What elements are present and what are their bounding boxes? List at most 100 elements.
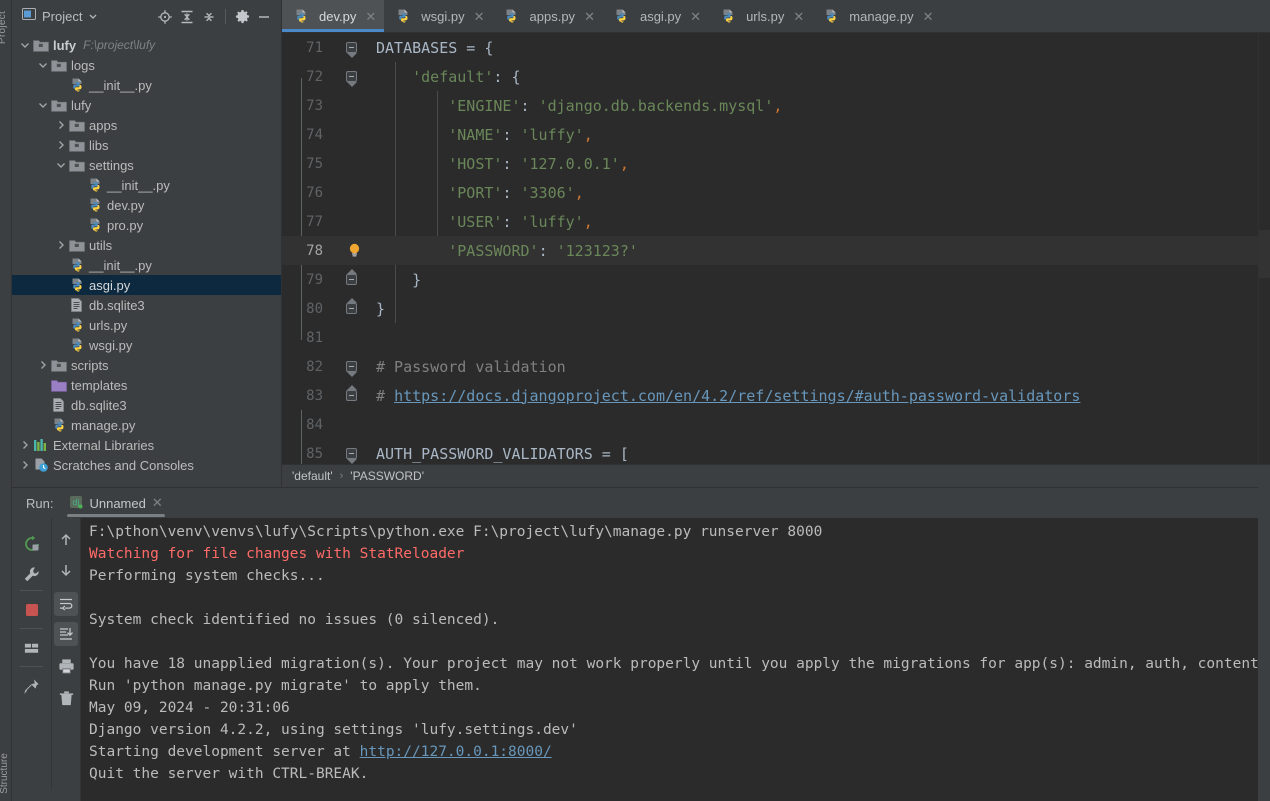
tree-item-db-sqlite3[interactable]: db.sqlite3 (12, 395, 281, 415)
tree-item-scripts[interactable]: scripts (12, 355, 281, 375)
tree-expand-arrow[interactable] (18, 39, 31, 52)
tree-expand-arrow[interactable] (54, 159, 67, 172)
tree-item-lufy[interactable]: lufy F:\project\lufy (12, 35, 281, 55)
breadcrumb[interactable]: 'default' › 'PASSWORD' (282, 464, 1270, 487)
code-line-71[interactable]: 71 DATABASES = { (282, 33, 1270, 62)
tree-item-dev-py[interactable]: dev.py (12, 195, 281, 215)
editor-tab-wsgi-py[interactable]: wsgi.py ✕ (384, 0, 493, 32)
tree-item-libs[interactable]: libs (12, 135, 281, 155)
console-link[interactable]: http://127.0.0.1:8000/ (360, 744, 552, 760)
tree-item-apps[interactable]: apps (12, 115, 281, 135)
editor-tab-close-icon[interactable]: ✕ (793, 10, 804, 23)
minimize-icon[interactable] (253, 6, 275, 28)
code-fold-marker[interactable] (346, 269, 357, 285)
project-tree[interactable]: lufy F:\project\lufy logs __init__.py lufy ap… (12, 33, 281, 487)
left-strip-project-label[interactable]: Project (0, 11, 8, 44)
left-strip-structure-label[interactable]: Structure (0, 753, 10, 794)
code-line-83[interactable]: 83 # https://docs.djangoproject.com/en/4.… (282, 381, 1270, 410)
expand-all-icon[interactable] (176, 6, 198, 28)
editor-tab-asgi-py[interactable]: asgi.py ✕ (602, 0, 710, 32)
editor-tab-bar[interactable]: dev.py ✕ wsgi.py ✕ apps.py ✕ asgi.py ✕ urls.py ✕ m… (282, 0, 1270, 33)
editor-tab-close-icon[interactable]: ✕ (474, 10, 485, 23)
editor-tab-close-icon[interactable]: ✕ (584, 10, 595, 23)
code-line-72[interactable]: 72 'default': { (282, 62, 1270, 91)
arrow-down-icon[interactable] (54, 558, 78, 582)
run-tab-unnamed[interactable]: dj Unnamed ✕ (63, 488, 168, 518)
scroll-to-end-icon[interactable] (54, 622, 78, 646)
code-fold-marker[interactable] (346, 42, 357, 58)
collapse-all-icon[interactable] (198, 6, 220, 28)
tree-item-lufy[interactable]: lufy (12, 95, 281, 115)
tree-expand-arrow[interactable] (54, 119, 67, 132)
settings-gear-icon[interactable] (231, 6, 253, 28)
breadcrumb-item-0[interactable]: 'default' (292, 469, 333, 483)
editor-area: dev.py ✕ wsgi.py ✕ apps.py ✕ asgi.py ✕ urls.py ✕ m… (282, 0, 1270, 487)
tree-expand-arrow[interactable] (36, 59, 49, 72)
tree-item-logs[interactable]: logs (12, 55, 281, 75)
tree-item-scratches-and-consoles[interactable]: Scratches and Consoles (12, 455, 281, 475)
stop-icon[interactable] (20, 598, 44, 622)
code-fold-marker[interactable] (346, 385, 357, 401)
editor-tab-close-icon[interactable]: ✕ (923, 10, 934, 23)
rerun-icon[interactable] (20, 532, 44, 556)
code-fold-marker[interactable] (346, 361, 357, 377)
run-console-output[interactable]: F:\pthon\venv\venvs\lufy\Scripts\python.… (81, 518, 1258, 801)
tree-item-urls-py[interactable]: urls.py (12, 315, 281, 335)
tree-item-pro-py[interactable]: pro.py (12, 215, 281, 235)
arrow-up-icon[interactable] (54, 528, 78, 552)
code-line-80[interactable]: 80} (282, 294, 1270, 323)
tree-expand-arrow[interactable] (54, 139, 67, 152)
code-line-78[interactable]: 78 'PASSWORD': '123123?' (282, 236, 1270, 265)
intention-bulb-icon[interactable] (348, 243, 361, 258)
tree-item-asgi-py[interactable]: asgi.py (12, 275, 281, 295)
code-line-85[interactable]: 85 AUTH_PASSWORD_VALIDATORS = [ (282, 439, 1270, 464)
tree-item-db-sqlite3[interactable]: db.sqlite3 (12, 295, 281, 315)
editor-tab-apps-py[interactable]: apps.py ✕ (492, 0, 603, 32)
code-line-74[interactable]: 74 'NAME': 'luffy', (282, 120, 1270, 149)
tree-expand-arrow[interactable] (54, 239, 67, 252)
trash-icon[interactable] (54, 686, 78, 710)
editor-tab-close-icon[interactable]: ✕ (365, 10, 376, 23)
tree-expand-arrow[interactable] (18, 439, 31, 452)
tree-item-init-py[interactable]: __init__.py (12, 175, 281, 195)
tree-item-label: logs (71, 57, 95, 73)
console-line-10: Starting development server at http://12… (89, 744, 1258, 766)
code-line-77[interactable]: 77 'USER': 'luffy', (282, 207, 1270, 236)
editor-tab-manage-py[interactable]: manage.py ✕ (812, 0, 942, 32)
code-line-76[interactable]: 76 'PORT': '3306', (282, 178, 1270, 207)
tree-item-templates[interactable]: templates (12, 375, 281, 395)
tree-expand-arrow[interactable] (18, 459, 31, 472)
tree-item-init-py[interactable]: __init__.py (12, 255, 281, 275)
tree-expand-arrow[interactable] (36, 99, 49, 112)
code-line-73[interactable]: 73 'ENGINE': 'django.db.backends.mysql', (282, 91, 1270, 120)
breadcrumb-item-1[interactable]: 'PASSWORD' (350, 469, 424, 483)
tree-item-external-libraries[interactable]: External Libraries (12, 435, 281, 455)
tree-expand-arrow[interactable] (36, 359, 49, 372)
pin-icon[interactable] (20, 674, 44, 698)
code-fold-marker[interactable] (346, 448, 357, 464)
code-line-84[interactable]: 84 (282, 410, 1270, 439)
editor-tab-urls-py[interactable]: urls.py ✕ (709, 0, 813, 32)
editor-tab-close-icon[interactable]: ✕ (690, 10, 701, 23)
tree-item-utils[interactable]: utils (12, 235, 281, 255)
code-line-81[interactable]: 81 (282, 323, 1270, 352)
locate-icon[interactable] (154, 6, 176, 28)
code-line-75[interactable]: 75 'HOST': '127.0.0.1', (282, 149, 1270, 178)
tree-item-wsgi-py[interactable]: wsgi.py (12, 335, 281, 355)
tree-item-manage-py[interactable]: manage.py (12, 415, 281, 435)
code-editor[interactable]: 71 DATABASES = {72 'default': {73 'ENGINE… (282, 33, 1270, 464)
layout-icon[interactable] (20, 636, 44, 660)
code-line-82[interactable]: 82 # Password validation (282, 352, 1270, 381)
code-fold-marker[interactable] (346, 298, 357, 314)
code-fold-marker[interactable] (346, 71, 357, 87)
run-tab-close-icon[interactable]: ✕ (152, 495, 163, 511)
soft-wrap-icon[interactable] (54, 592, 78, 616)
wrench-settings-icon[interactable] (20, 562, 44, 586)
run-panel-bottom-edge (12, 789, 69, 801)
tree-item-settings[interactable]: settings (12, 155, 281, 175)
project-title-dropdown[interactable]: Project (22, 7, 98, 26)
print-icon[interactable] (54, 654, 78, 678)
editor-tab-dev-py[interactable]: dev.py ✕ (282, 0, 385, 32)
tree-item-init-py[interactable]: __init__.py (12, 75, 281, 95)
code-line-79[interactable]: 79 } (282, 265, 1270, 294)
